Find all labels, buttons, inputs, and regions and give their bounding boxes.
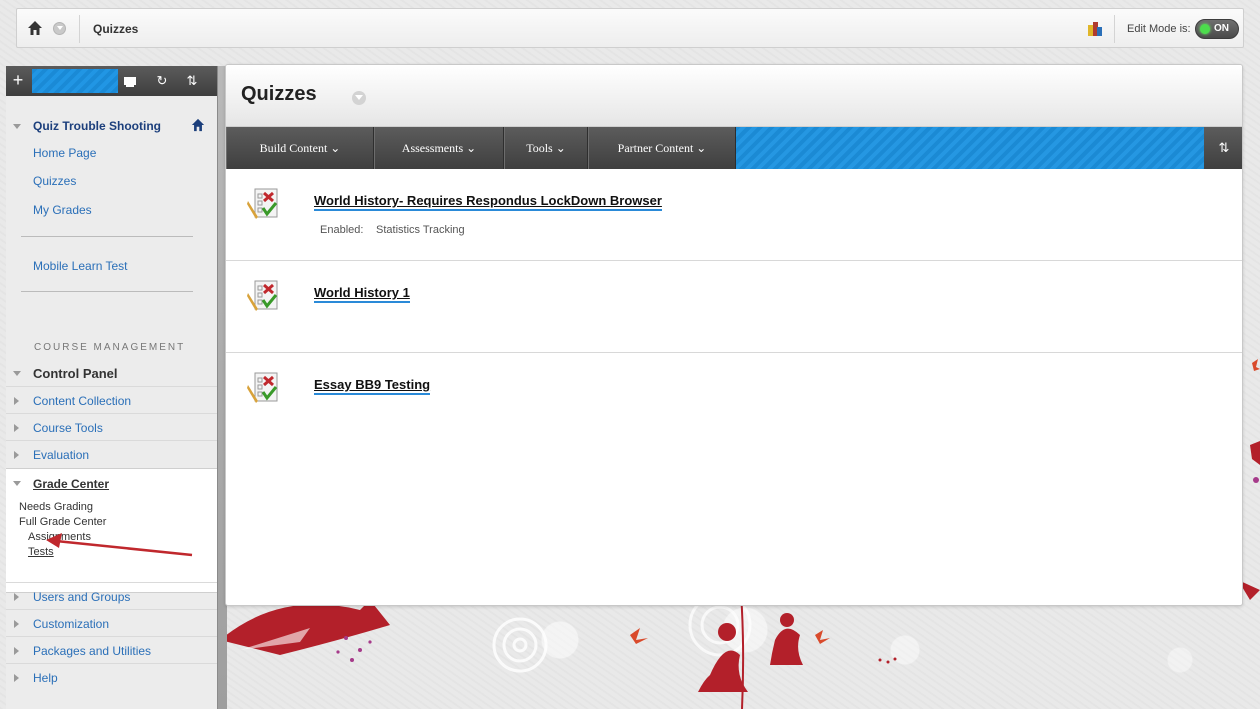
expand-icon (14, 620, 19, 628)
divider (1114, 15, 1115, 43)
edit-mode-label: Edit Mode is: (1127, 23, 1191, 35)
sidebar-item-quizzes[interactable]: Quizzes (33, 174, 76, 188)
collapse-icon[interactable] (13, 371, 21, 376)
divider (21, 291, 193, 292)
list-item: Essay BB9 Testing (226, 353, 1242, 445)
course-menu: + ↻ ⇅ Quiz Trouble Shooting Home Page Qu… (6, 66, 227, 709)
sidebar-item-users-and-groups[interactable]: Users and Groups (6, 582, 218, 610)
collapse-icon[interactable] (13, 124, 21, 129)
course-title[interactable]: Quiz Trouble Shooting (33, 119, 161, 133)
sidebar-item-full-grade-center[interactable]: Full Grade Center (19, 516, 106, 528)
collapse-icon[interactable] (13, 481, 21, 486)
sidebar-item-label: Help (33, 671, 58, 685)
sidebar-item-packages-and-utilities[interactable]: Packages and Utilities (6, 636, 218, 664)
sidebar-item-label: Content Collection (33, 394, 132, 408)
expand-icon (14, 424, 19, 432)
button-label: Tools ⌄ (526, 141, 566, 155)
build-content-button[interactable]: Build Content ⌄ (226, 127, 374, 169)
add-menu-item-button[interactable]: + (6, 66, 30, 96)
course-management-heading: COURSE MANAGEMENT (34, 342, 186, 353)
edit-mode-toggle[interactable]: ON (1195, 19, 1239, 39)
partner-content-button[interactable]: Partner Content ⌄ (588, 127, 736, 169)
home-icon[interactable] (27, 20, 43, 36)
content-area: Quizzes Build Content ⌄ Assessments ⌄ To… (225, 64, 1243, 606)
breadcrumb-current: Quizzes (93, 22, 139, 36)
sidebar-item-home-page[interactable]: Home Page (33, 146, 96, 160)
sidebar-item-label: Course Tools (33, 421, 103, 435)
page-title: Quizzes (241, 83, 317, 105)
test-icon (247, 280, 278, 311)
list-item: World History- Requires Respondus LockDo… (226, 169, 1242, 261)
side-decoration (1250, 359, 1260, 483)
divider (79, 15, 80, 43)
expand-icon (14, 451, 19, 459)
sidebar-item-my-grades[interactable]: My Grades (33, 203, 92, 217)
expand-icon (14, 647, 19, 655)
sidebar-item-label: Evaluation (33, 448, 90, 462)
sidebar-item-label: Customization (33, 617, 110, 631)
item-title-link[interactable]: World History 1 (314, 285, 410, 303)
expand-icon (14, 397, 19, 405)
item-title-link[interactable]: World History- Requires Respondus LockDo… (314, 193, 662, 211)
test-icon (247, 372, 278, 403)
breadcrumb-bar: Quizzes Edit Mode is: ON (16, 8, 1244, 48)
button-label: Assessments ⌄ (401, 141, 477, 155)
course-menu-toolbar: + ↻ ⇅ (6, 66, 218, 96)
assessments-button[interactable]: Assessments ⌄ (374, 127, 504, 169)
test-icon (247, 188, 278, 219)
palette-icon[interactable] (1088, 22, 1102, 36)
annotation-arrow (46, 533, 193, 557)
list-item: World History 1 (226, 261, 1242, 353)
reorder-icon[interactable]: ⇅ (184, 73, 200, 89)
expand-icon (14, 674, 19, 682)
sidebar-item-help[interactable]: Help (6, 663, 218, 691)
sidebar-item-needs-grading[interactable]: Needs Grading (19, 501, 93, 513)
action-bar: Build Content ⌄ Assessments ⌄ Tools ⌄ Pa… (226, 127, 1242, 169)
toolbar-accent (32, 69, 118, 93)
expand-icon (14, 593, 19, 601)
sidebar-item-course-tools[interactable]: Course Tools (6, 413, 218, 441)
sidebar-item-grade-center[interactable]: Grade Center (33, 477, 109, 491)
display-mode-icon[interactable] (122, 73, 138, 89)
sidebar-item-label: Users and Groups (33, 590, 131, 604)
status-dot (1200, 24, 1210, 34)
reorder-icon[interactable]: ⇅ (1204, 127, 1242, 169)
home-icon[interactable] (191, 118, 205, 132)
item-meta-key: Enabled: (320, 224, 364, 236)
chevron-down-icon[interactable] (53, 22, 66, 35)
edit-mode-state: ON (1214, 23, 1229, 34)
sidebar-item-evaluation[interactable]: Evaluation (6, 440, 218, 468)
refresh-icon[interactable]: ↻ (154, 73, 170, 89)
item-meta-value: Statistics Tracking (376, 224, 465, 236)
sidebar-item-content-collection[interactable]: Content Collection (6, 386, 218, 414)
chevron-down-icon[interactable] (352, 91, 366, 105)
button-label: Build Content ⌄ (259, 141, 341, 155)
control-panel-heading[interactable]: Control Panel (33, 366, 118, 381)
item-title-link[interactable]: Essay BB9 Testing (314, 377, 431, 395)
divider (21, 236, 193, 237)
sidebar-item-label: Packages and Utilities (33, 644, 152, 658)
tools-button[interactable]: Tools ⌄ (504, 127, 588, 169)
button-label: Partner Content ⌄ (617, 141, 707, 155)
sidebar-item-mobile-learn-test[interactable]: Mobile Learn Test (33, 259, 128, 273)
page-header: Quizzes (226, 65, 1242, 127)
sidebar-item-customization[interactable]: Customization (6, 609, 218, 637)
